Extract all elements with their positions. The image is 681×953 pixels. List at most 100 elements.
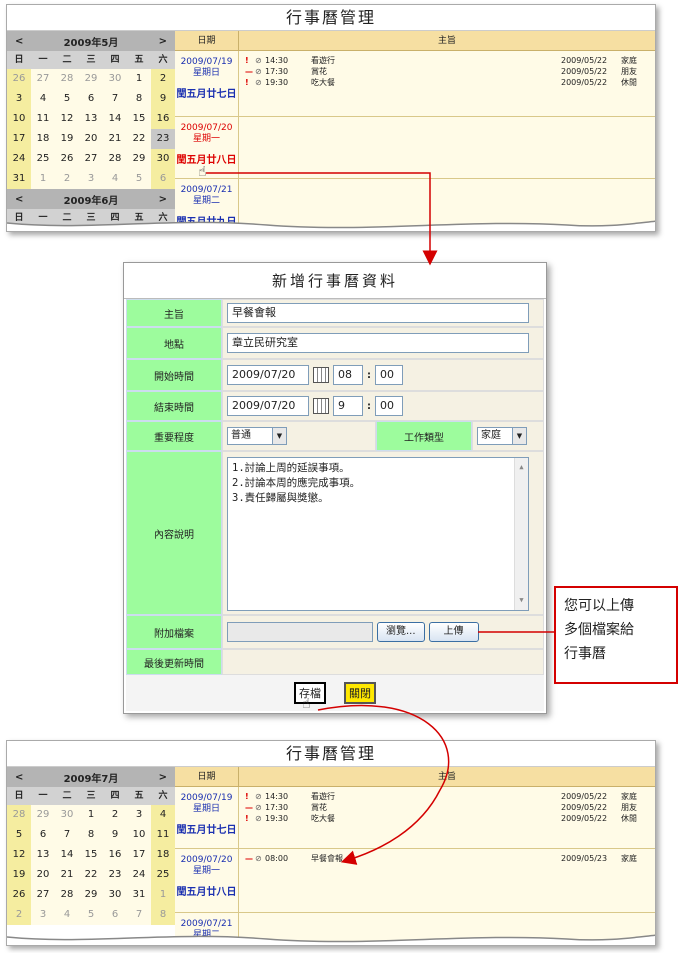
calendar-day[interactable]: 28 <box>55 69 79 89</box>
calendar-day[interactable]: 24 <box>127 865 151 885</box>
calendar-day[interactable]: 30 <box>103 69 127 89</box>
calendar-day[interactable]: 9 <box>103 825 127 845</box>
lunar-date-link[interactable]: 閏五月廿七日 <box>175 89 238 100</box>
calendar-day[interactable]: 29 <box>127 149 151 169</box>
upload-button[interactable]: 上傳 <box>428 622 479 642</box>
calendar-day[interactable]: 17 <box>127 845 151 865</box>
event-subject[interactable]: 賞花 <box>311 802 561 813</box>
calendar-day[interactable]: 29 <box>79 885 103 905</box>
calendar-day[interactable]: 26 <box>7 885 31 905</box>
textarea-scrollbar[interactable]: ▲ ▼ <box>514 458 528 610</box>
calendar-day[interactable]: 20 <box>31 865 55 885</box>
calendar-day[interactable]: 7 <box>55 825 79 845</box>
event-item[interactable]: ! ⊘ 14:30 看遊行 2009/05/22 家庭 <box>245 791 649 802</box>
calendar-day[interactable]: 27 <box>79 149 103 169</box>
calendar-day[interactable]: 1 <box>127 69 151 89</box>
calendar-day[interactable]: 15 <box>79 845 103 865</box>
end-date-input[interactable]: 2009/07/20 <box>227 396 309 416</box>
calendar-day[interactable]: 2 <box>103 805 127 825</box>
event-subject[interactable]: 早餐會報 <box>311 853 561 864</box>
calendar-day[interactable]: 22 <box>79 865 103 885</box>
calendar-day[interactable]: 2 <box>55 169 79 189</box>
prev-month-button[interactable]: < <box>15 36 23 47</box>
event-subject[interactable]: 看遊行 <box>311 55 561 66</box>
calendar-day[interactable]: 21 <box>103 129 127 149</box>
calendar-day[interactable]: 2 <box>151 69 175 89</box>
calendar-day[interactable]: 8 <box>151 905 175 925</box>
calendar-day[interactable]: 19 <box>7 865 31 885</box>
calendar-day[interactable]: 5 <box>79 905 103 925</box>
calendar-day[interactable]: 18 <box>31 129 55 149</box>
event-subject[interactable]: 吃大餐 <box>311 813 561 824</box>
calendar-day[interactable]: 15 <box>127 109 151 129</box>
event-item[interactable]: — ⊘ 17:30 賞花 2009/05/22 朋友 <box>245 66 649 77</box>
event-subject[interactable]: 看遊行 <box>311 791 561 802</box>
calendar-day[interactable]: 30 <box>103 885 127 905</box>
browse-button[interactable]: 瀏覽... <box>377 622 425 642</box>
calendar-day[interactable]: 12 <box>55 109 79 129</box>
prev-month-button[interactable]: < <box>15 194 23 205</box>
calendar-day[interactable]: 27 <box>31 885 55 905</box>
end-minute-input[interactable]: 00 <box>375 396 403 416</box>
prev-month-button[interactable]: < <box>15 772 23 783</box>
calendar-day[interactable]: 14 <box>103 109 127 129</box>
file-path-input[interactable] <box>227 622 373 642</box>
calendar-day[interactable]: 30 <box>151 149 175 169</box>
calendar-day[interactable]: 3 <box>7 89 31 109</box>
calendar-day[interactable]: 13 <box>31 845 55 865</box>
calendar-day[interactable]: 23 <box>103 865 127 885</box>
date-cell[interactable]: 2009/07/19 星期日 閏五月廿七日 <box>175 51 239 116</box>
event-item[interactable]: — ⊘ 17:30 賞花 2009/05/22 朋友 <box>245 802 649 813</box>
calendar-picker-icon[interactable] <box>313 398 329 414</box>
calendar-day[interactable]: 28 <box>103 149 127 169</box>
date-cell[interactable]: 2009/07/20 星期一 閏五月廿八日 <box>175 117 239 178</box>
calendar-day[interactable]: 28 <box>7 805 31 825</box>
calendar-day[interactable]: 16 <box>103 845 127 865</box>
calendar-day[interactable]: 14 <box>55 845 79 865</box>
calendar-day[interactable]: 17 <box>7 129 31 149</box>
calendar-day[interactable]: 20 <box>79 129 103 149</box>
date-cell[interactable]: 2009/07/19 星期日 閏五月廿七日 <box>175 787 239 848</box>
calendar-day[interactable]: 16 <box>151 109 175 129</box>
calendar-day[interactable]: 6 <box>151 169 175 189</box>
event-item[interactable]: ! ⊘ 14:30 看遊行 2009/05/22 家庭 <box>245 55 649 66</box>
calendar-day[interactable]: 6 <box>31 825 55 845</box>
close-button[interactable]: 關閉 <box>344 682 376 704</box>
calendar-day[interactable]: 6 <box>103 905 127 925</box>
end-hour-input[interactable]: 9 <box>333 396 363 416</box>
calendar-day[interactable]: 5 <box>7 825 31 845</box>
calendar-day[interactable]: 2 <box>7 905 31 925</box>
start-minute-input[interactable]: 00 <box>375 365 403 385</box>
calendar-day[interactable]: 3 <box>79 169 103 189</box>
event-subject[interactable]: 賞花 <box>311 66 561 77</box>
priority-select[interactable]: 普通 ▼ <box>227 427 287 445</box>
next-month-button[interactable]: > <box>159 36 167 47</box>
calendar-day[interactable]: 4 <box>151 805 175 825</box>
calendar-day[interactable]: 3 <box>31 905 55 925</box>
next-month-button[interactable]: > <box>159 772 167 783</box>
calendar-day[interactable]: 24 <box>7 149 31 169</box>
calendar-day[interactable]: 18 <box>151 845 175 865</box>
calendar-day[interactable]: 31 <box>7 169 31 189</box>
calendar-day[interactable]: 28 <box>55 885 79 905</box>
lunar-date-link[interactable]: 閏五月廿八日 <box>175 887 238 898</box>
calendar-day[interactable]: 3 <box>127 805 151 825</box>
subject-input[interactable]: 早餐會報 <box>227 303 529 323</box>
calendar-day[interactable]: 30 <box>55 805 79 825</box>
calendar-day[interactable]: 31 <box>127 885 151 905</box>
calendar-day[interactable]: 26 <box>55 149 79 169</box>
event-subject[interactable]: 吃大餐 <box>311 77 561 88</box>
calendar-day[interactable]: 8 <box>127 89 151 109</box>
calendar-day[interactable]: 9 <box>151 89 175 109</box>
content-textarea[interactable]: 1.討論上周的延誤事項。 2.討論本周的應完成事項。 3.責任歸屬與獎懲。 ▲ ▼ <box>227 457 529 611</box>
calendar-day[interactable]: 12 <box>7 845 31 865</box>
event-item[interactable]: — ⊘ 08:00 早餐會報 2009/05/23 家庭 <box>245 853 649 864</box>
calendar-day[interactable]: 5 <box>55 89 79 109</box>
lunar-date-link[interactable]: 閏五月廿七日 <box>175 825 238 836</box>
calendar-day[interactable]: 4 <box>55 905 79 925</box>
next-month-button[interactable]: > <box>159 194 167 205</box>
calendar-day[interactable]: 29 <box>79 69 103 89</box>
calendar-day[interactable]: 10 <box>127 825 151 845</box>
calendar-day[interactable]: 4 <box>31 89 55 109</box>
date-cell[interactable]: 2009/07/20 星期一 閏五月廿八日 <box>175 849 239 912</box>
